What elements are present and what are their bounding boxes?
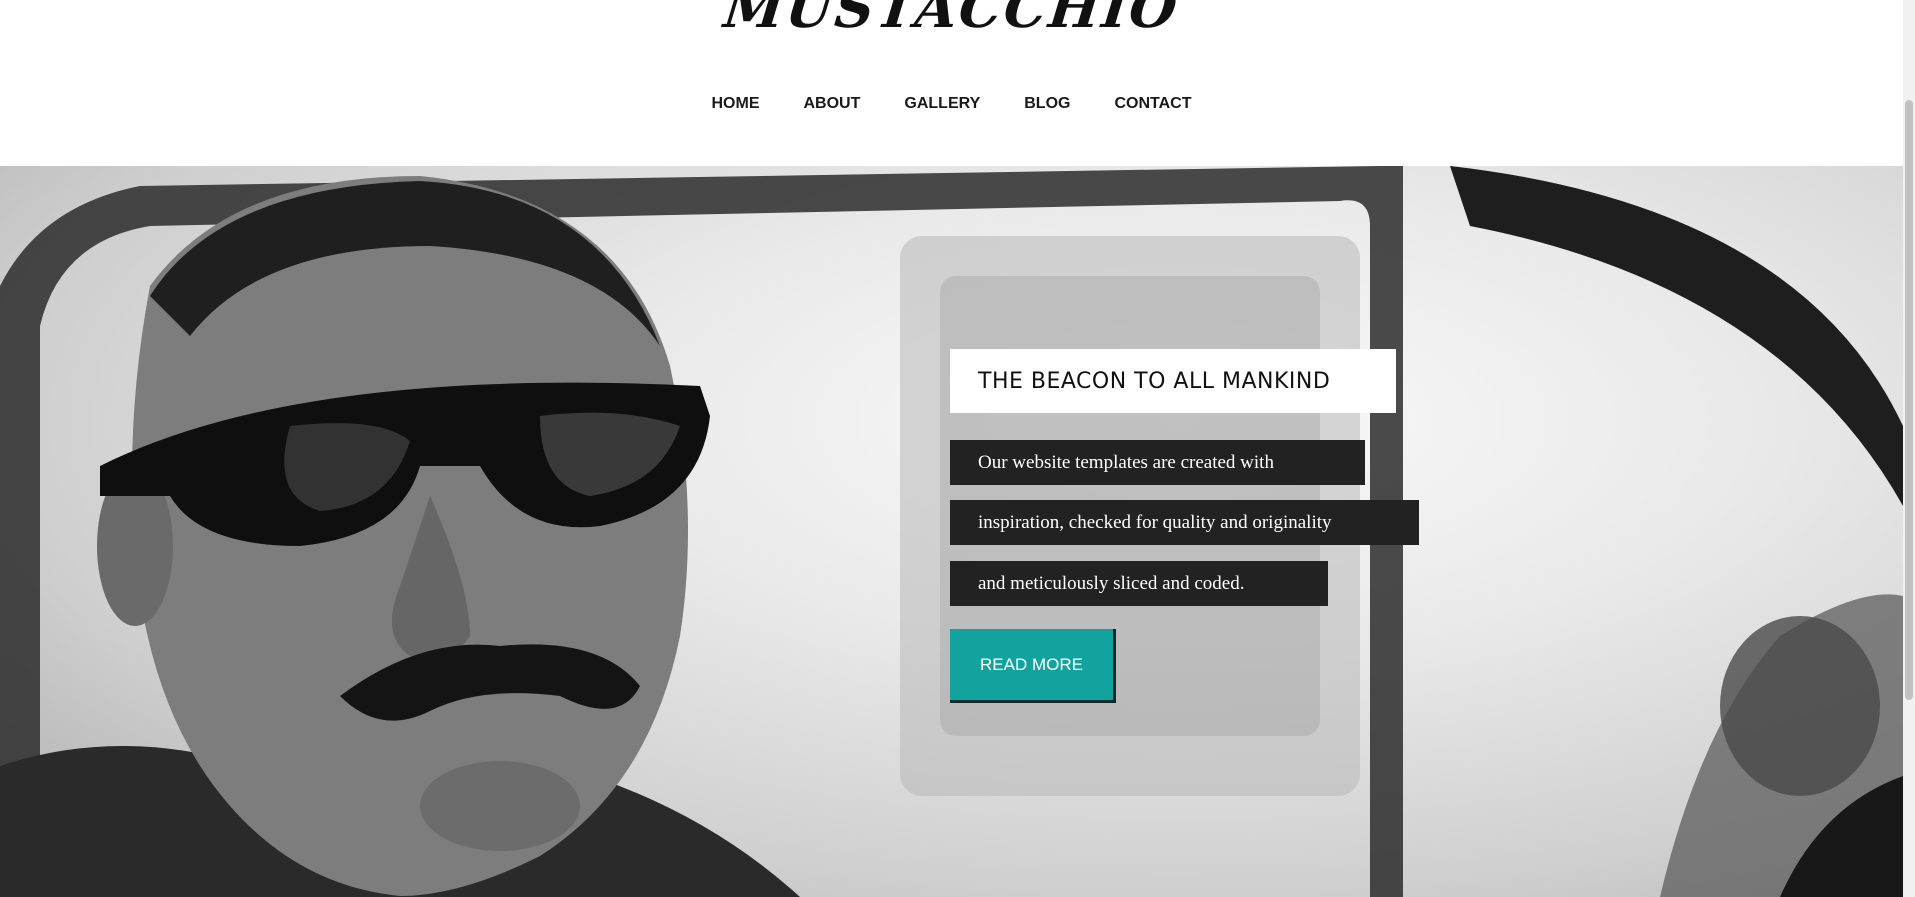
hero-section: THE BEACON TO ALL MANKIND Our website te…: [0, 166, 1903, 897]
read-more-button[interactable]: READ MORE: [950, 629, 1116, 703]
hero-title: THE BEACON TO ALL MANKIND: [978, 368, 1331, 394]
driver-hand: [1720, 616, 1880, 796]
hero-text-line-3: and meticulously sliced and coded.: [950, 561, 1328, 606]
hero-title-box: THE BEACON TO ALL MANKIND: [950, 349, 1396, 413]
nav-item-contact[interactable]: CONTACT: [1114, 94, 1191, 114]
main-nav: HOME ABOUT GALLERY BLOG CONTACT: [0, 94, 1903, 114]
person-chin: [420, 761, 580, 851]
site-logo[interactable]: MUSTACCHIO: [0, 0, 1906, 40]
steering-wheel: [1450, 166, 1903, 506]
page-scrollbar[interactable]: [1903, 0, 1915, 897]
site-header: MUSTACCHIO HOME ABOUT GALLERY BLOG CONTA…: [0, 0, 1903, 166]
nav-item-gallery[interactable]: GALLERY: [904, 94, 980, 114]
hero-text-line-1: Our website templates are created with: [950, 440, 1365, 485]
scrollbar-thumb[interactable]: [1905, 100, 1913, 700]
nav-item-about[interactable]: ABOUT: [804, 94, 861, 114]
nav-item-home[interactable]: HOME: [712, 94, 760, 114]
nav-item-blog[interactable]: BLOG: [1024, 94, 1070, 114]
page: MUSTACCHIO HOME ABOUT GALLERY BLOG CONTA…: [0, 0, 1915, 897]
hero-text-line-2: inspiration, checked for quality and ori…: [950, 500, 1419, 545]
